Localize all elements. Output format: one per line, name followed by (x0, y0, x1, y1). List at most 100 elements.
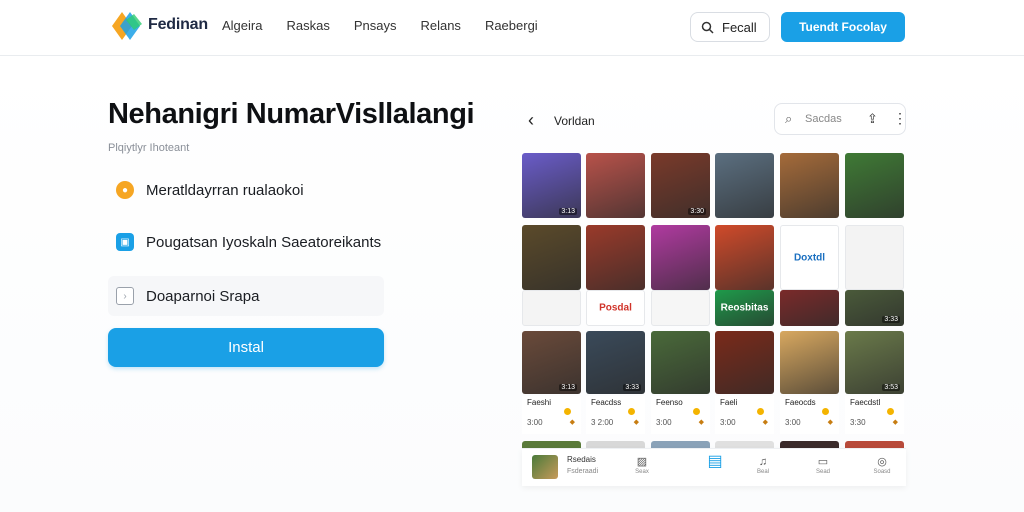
install-button[interactable]: Instal (108, 328, 384, 367)
media-tile[interactable]: 3:53 (845, 331, 904, 394)
media-tile[interactable] (651, 331, 710, 394)
profile-icon: ◎ (877, 456, 887, 468)
media-tile[interactable]: 3:13 (522, 331, 581, 394)
main-nav: Algeira Raskas Pnsays Relans Raebergi (222, 18, 538, 33)
nav-item-3[interactable]: Pnsays (354, 18, 397, 33)
cta-button[interactable]: Tuendt Focolay (781, 12, 905, 42)
hero-subtitle: Plqiytlyr Ihoteant (108, 142, 190, 154)
media-tile[interactable] (780, 153, 839, 218)
nav-item-2[interactable]: Raskas (286, 18, 329, 33)
bottom-nav-profile[interactable]: ◎ Soasd (867, 455, 897, 475)
bottom-nav-image[interactable]: ▨ Seax (627, 455, 657, 475)
more-options-icon[interactable]: ⋮ (893, 110, 907, 127)
media-tile[interactable] (522, 225, 581, 290)
tag-icon: ◆ (633, 419, 639, 426)
media-tile[interactable] (845, 153, 904, 218)
grid-icon: ▤ (707, 453, 723, 470)
tile-duration: 3:33 (882, 316, 900, 323)
media-tile[interactable]: 3:33 (845, 290, 904, 326)
tile-duration: 3:33 (623, 384, 641, 391)
media-tile[interactable]: 3:13 (522, 153, 581, 218)
tile-label: Reosbitas (720, 302, 769, 314)
media-tile[interactable] (586, 153, 645, 218)
product-card[interactable]: Faeli 3:00 ◆ (715, 396, 774, 434)
panel-search-input[interactable]: ⌕ Sacdas ⇪ ⋮ (774, 103, 907, 135)
coin-icon (693, 408, 700, 415)
media-tile[interactable] (780, 331, 839, 394)
back-arrow-icon[interactable]: ‹ (528, 110, 534, 131)
panel-title: Vorldan (554, 114, 595, 128)
card-name: Faecdstl (850, 398, 881, 407)
search-icon (701, 21, 714, 34)
coin-icon (757, 408, 764, 415)
media-tile[interactable] (586, 225, 645, 290)
feature-item-1[interactable]: ● Meratldayrran rualaokoi (108, 170, 304, 210)
media-tile[interactable] (651, 225, 710, 290)
card-name: Feacdss (591, 398, 622, 407)
bottom-nav-bar: Rsedais Fsderaadi ▨ Seax ▤ ♫ Beal ▭ Sead… (522, 448, 906, 486)
media-tile[interactable] (715, 225, 774, 290)
coin-icon (822, 408, 829, 415)
hero-title: Nehanigri NumarVisllalangi (108, 98, 475, 130)
media-tile[interactable] (715, 153, 774, 218)
card-name: Faeli (720, 398, 738, 407)
card-name: Faeshi (527, 398, 552, 407)
nav-item-4[interactable]: Relans (420, 18, 460, 33)
product-card[interactable]: Faecdstl 3:30 ◆ (845, 396, 904, 434)
panel-toolbar: ‹ Vorldan ⌕ Sacdas ⇪ ⋮ (522, 100, 907, 140)
media-tile[interactable]: 3:30 (651, 153, 710, 218)
media-tile[interactable] (845, 225, 904, 290)
tile-label: Doxtdl (793, 252, 826, 263)
product-card[interactable]: Feenso 3:00 ◆ (651, 396, 710, 434)
nav-item-1[interactable]: Algeira (222, 18, 262, 33)
card-price: 3:00 (527, 418, 543, 427)
document-icon: › (116, 287, 134, 305)
brand-logo-icon[interactable] (108, 8, 148, 44)
feature-item-2[interactable]: ▣ Pougatsan Iyoskaln Saeatoreikants (108, 222, 381, 262)
tile-duration: 3:30 (688, 208, 706, 215)
share-icon[interactable]: ⇪ (867, 111, 878, 127)
product-card[interactable]: Faeocds 3:00 ◆ (780, 396, 839, 434)
tile-duration: 3:53 (882, 384, 900, 391)
card-price: 3:30 (850, 418, 866, 427)
media-tile[interactable] (780, 290, 839, 326)
card-name: Faeocds (785, 398, 816, 407)
top-header: Fedinan Algeira Raskas Pnsays Relans Rae… (0, 0, 1024, 56)
product-card[interactable]: Feacdss 3 2:00 ◆ (586, 396, 645, 434)
card-price: 3:00 (785, 418, 801, 427)
search-button[interactable]: Fecall (690, 12, 770, 42)
search-icon: ⌕ (785, 111, 793, 126)
panel-search-placeholder: Sacdas (805, 113, 842, 125)
bottom-nav-bell[interactable]: ♫ Beal (748, 455, 778, 475)
tag-icon: ◆ (569, 419, 575, 426)
brand-name[interactable]: Fedinan (148, 16, 208, 34)
bottom-nav-box[interactable]: ▭ Sead (808, 455, 838, 475)
product-card[interactable]: Faeshi 3:00 ◆ (522, 396, 581, 434)
media-tile[interactable] (651, 290, 710, 326)
media-tile[interactable]: 3:33 (586, 331, 645, 394)
bottom-nav-grid[interactable]: ▤ (700, 453, 730, 470)
feature-label-1: Meratldayrran rualaokoi (146, 181, 304, 199)
feature-item-3[interactable]: › Doaparnoi Srapa (108, 276, 384, 316)
media-grid: 3:13 3:30 Doxtdl Posdal Reosbitas 3:33 3:13 3:3… (522, 153, 906, 487)
tag-icon: ◆ (762, 419, 768, 426)
nav-item-5[interactable]: Raebergi (485, 18, 538, 33)
coin-icon (887, 408, 894, 415)
now-playing-subtitle: Fsderaadi (567, 468, 599, 475)
card-name: Feenso (656, 398, 683, 407)
square-badge-icon: ▣ (116, 233, 134, 251)
now-playing-title: Rsedais (567, 455, 596, 464)
tile-label: Posdal (599, 302, 632, 314)
media-tile[interactable] (715, 331, 774, 394)
tag-icon: ◆ (698, 419, 704, 426)
media-tile[interactable]: Doxtdl (780, 225, 839, 290)
box-icon: ▭ (817, 456, 829, 468)
tag-icon: ◆ (827, 419, 833, 426)
circle-badge-icon: ● (116, 181, 134, 199)
tile-duration: 3:13 (559, 208, 577, 215)
now-playing-thumbnail[interactable] (532, 455, 558, 479)
media-tile[interactable]: Reosbitas (715, 290, 774, 326)
media-tile[interactable]: Posdal (586, 290, 645, 326)
coin-icon (564, 408, 571, 415)
media-tile[interactable] (522, 290, 581, 326)
